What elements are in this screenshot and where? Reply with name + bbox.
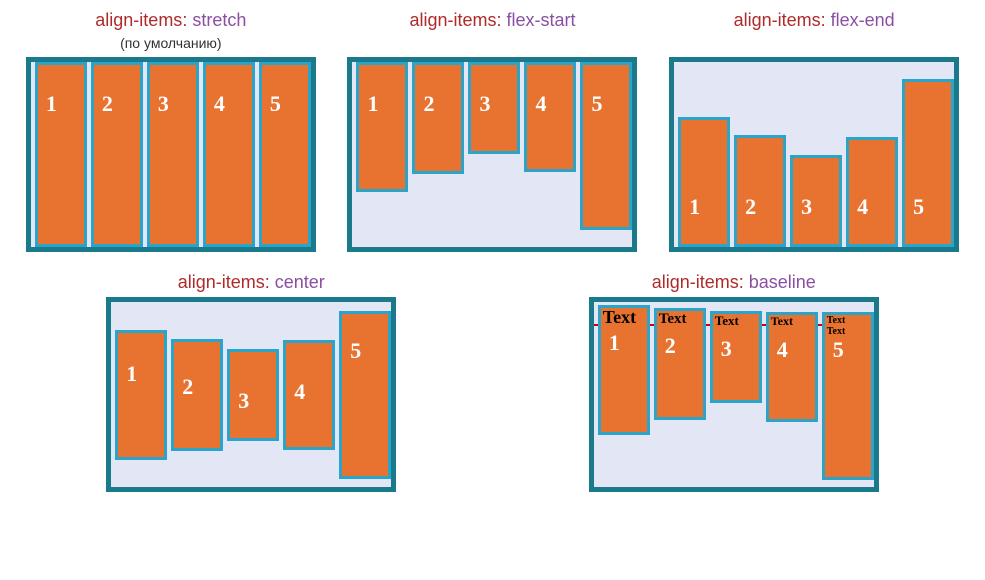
item-number: 2 [423, 91, 434, 117]
subtitle-stretch: (по умолчанию) [120, 35, 222, 51]
flex-item: 5 [339, 311, 391, 479]
item-number: 3 [238, 388, 249, 414]
flex-item: Text 4 [766, 312, 818, 422]
item-number: 5 [270, 91, 281, 117]
item-number: 5 [833, 337, 844, 363]
item-number: 1 [689, 194, 700, 220]
title-baseline: align-items: baseline [652, 272, 816, 293]
item-number: 3 [479, 91, 490, 117]
property-label: align-items [95, 10, 182, 30]
flex-item: 4 [203, 62, 255, 247]
flex-item: Text1 [598, 305, 650, 435]
flex-item: TextText5 [822, 312, 874, 480]
flex-item: 2 [734, 135, 786, 247]
container-center: 1 2 3 4 5 [106, 297, 396, 492]
item-number: 4 [294, 379, 305, 405]
flex-item: 1 [35, 62, 87, 247]
flex-item: 5 [259, 62, 311, 247]
property-label: align-items [734, 10, 821, 30]
baseline-text: Text [601, 308, 647, 328]
baseline-text: Text [825, 315, 871, 326]
title-stretch: align-items: stretch [95, 10, 246, 31]
container-flex-end: 1 2 3 4 5 [669, 57, 959, 252]
item-number: 1 [367, 91, 378, 117]
item-number: 1 [126, 361, 137, 387]
item-number: 3 [801, 194, 812, 220]
example-flex-end: align-items: flex-end - 1 2 3 4 5 [669, 10, 959, 252]
example-stretch: align-items: stretch (по умолчанию) 1 2 … [26, 10, 316, 252]
flex-item: 3 [147, 62, 199, 247]
title-flex-end: align-items: flex-end [734, 10, 895, 31]
item-number: 2 [665, 333, 676, 359]
value-flex-end: flex-end [831, 10, 895, 30]
example-baseline: align-items: baseline Text1 Text2 Text3 … [589, 272, 879, 492]
property-label: align-items [652, 272, 739, 292]
flex-item: 3 [790, 155, 842, 247]
item-number: 4 [535, 91, 546, 117]
value-flex-start: flex-start [507, 10, 576, 30]
item-number: 4 [857, 194, 868, 220]
container-baseline: Text1 Text2 Text3 Text4 TextText5 [589, 297, 879, 492]
title-flex-start: align-items: flex-start [409, 10, 575, 31]
item-number: 4 [777, 337, 788, 363]
flex-item: 3 [468, 62, 520, 154]
container-flex-start: 1 2 3 4 5 [347, 57, 637, 252]
flex-item: Text 2 [654, 308, 706, 420]
title-center: align-items: center [178, 272, 325, 293]
flex-item: 2 [412, 62, 464, 174]
example-center: align-items: center 1 2 3 4 5 [106, 272, 396, 492]
flex-item: Text 3 [710, 311, 762, 403]
flex-item: 1 [356, 62, 408, 192]
flex-item: 5 [580, 62, 632, 230]
value-stretch: stretch [192, 10, 246, 30]
property-label: align-items [409, 10, 496, 30]
flex-item: 3 [227, 349, 279, 441]
baseline-text: Text [769, 315, 815, 328]
baseline-text: Text [713, 314, 759, 328]
item-number: 2 [182, 374, 193, 400]
baseline-text: Text [657, 311, 703, 328]
example-flex-start: align-items: flex-start - 1 2 3 4 5 [347, 10, 637, 252]
container-stretch: 1 2 3 4 5 [26, 57, 316, 252]
item-number: 1 [609, 330, 620, 356]
item-number: 2 [745, 194, 756, 220]
property-label: align-items [178, 272, 265, 292]
flex-item: 4 [846, 137, 898, 247]
flex-item: 1 [115, 330, 167, 460]
item-number: 5 [591, 91, 602, 117]
value-baseline: baseline [749, 272, 816, 292]
item-number: 2 [102, 91, 113, 117]
item-number: 3 [158, 91, 169, 117]
flex-item: 5 [902, 79, 954, 247]
baseline-text: Text [825, 326, 871, 337]
item-number: 1 [46, 91, 57, 117]
item-number: 3 [721, 336, 732, 362]
value-center: center [275, 272, 325, 292]
item-number: 5 [350, 338, 361, 364]
flex-item: 1 [678, 117, 730, 247]
item-number: 5 [913, 194, 924, 220]
flex-item: 2 [91, 62, 143, 247]
flex-item: 4 [283, 340, 335, 450]
flex-item: 2 [171, 339, 223, 451]
item-number: 4 [214, 91, 225, 117]
flex-item: 4 [524, 62, 576, 172]
